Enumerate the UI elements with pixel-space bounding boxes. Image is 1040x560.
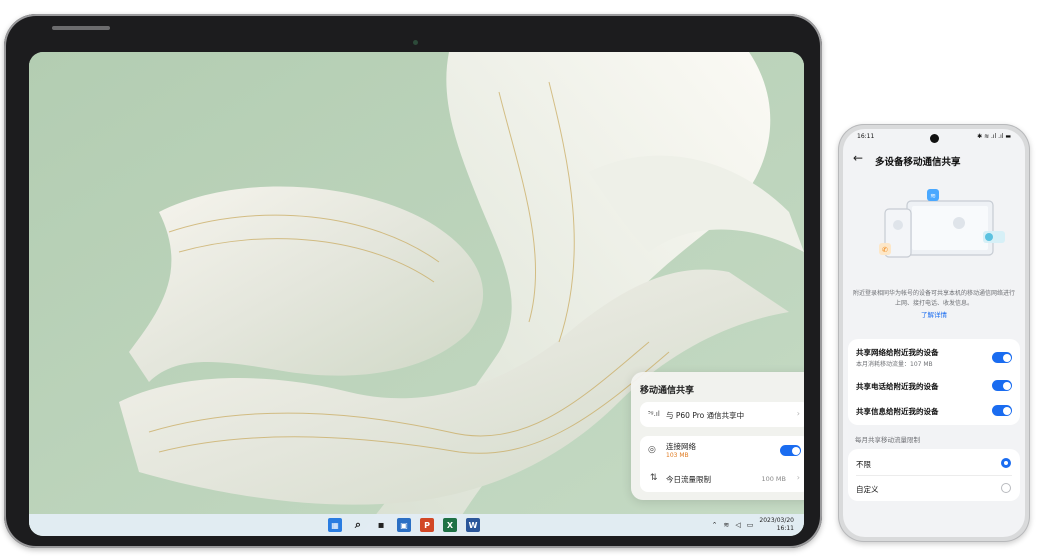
svg-text:✆: ✆ — [882, 246, 888, 254]
learn-more-link[interactable]: 了解详情 — [843, 309, 1025, 319]
mobile-sharing-panel: 移动通信共享 ⁵ᵍ.ıl 与 P60 Pro 通信共享中 › ◎ 连接网络 10… — [631, 372, 804, 500]
sharing-toggles-group: 共享网络给附近我的设备 本月消耗移动流量：107 MB 共享电话给附近我的设备 … — [848, 339, 1020, 425]
tablet-screen: 移动通信共享 ⁵ᵍ.ıl 与 P60 Pro 通信共享中 › ◎ 连接网络 10… — [29, 52, 804, 536]
panel-title: 移动通信共享 — [640, 386, 695, 396]
page-title: 多设备移动通信共享 — [875, 157, 961, 168]
chevron-up-icon[interactable]: ⌃ — [712, 521, 718, 529]
share-network-toggle[interactable] — [992, 352, 1012, 363]
system-tray: ⌃ ≋ ◁ ▭ 2023/03/20 16:11 — [712, 517, 794, 533]
description-text: 附近登录相同华为帐号的设备可共享本机的移动通信网络进行上网、接打电话、收发信息。 — [853, 290, 1016, 307]
task-view-icon[interactable]: ▪ — [374, 518, 388, 532]
connect-network-label: 连接网络 — [666, 442, 696, 451]
phone-device: 16:11 ✱ ≋ .ıl .ıl ▬ ← 多设备移动通信共享 ≋ ✆ 附近登录… — [838, 124, 1030, 542]
windows-start-icon[interactable]: ▦ — [328, 518, 342, 532]
limit-options-group: 不限 自定义 — [848, 449, 1020, 501]
connection-card: ◎ 连接网络 103 MB ⇅ 今日流量限制 100 MB › — [640, 436, 804, 492]
clock[interactable]: 2023/03/20 16:11 — [759, 517, 794, 533]
taskbar: ▦ ⌕ ▪ ▣ P X W ⌃ ≋ ◁ ▭ 2023/03/20 16:11 — [29, 514, 804, 536]
time-text: 16:11 — [776, 525, 794, 532]
stage: 移动通信共享 ⁵ᵍ.ıl 与 P60 Pro 通信共享中 › ◎ 连接网络 10… — [0, 0, 1040, 560]
status-icons: ✱ ≋ .ıl .ıl ▬ — [977, 133, 1011, 140]
connect-network-toggle[interactable] — [780, 445, 801, 456]
limit-option-custom[interactable]: 自定义 — [856, 484, 879, 495]
status-time: 16:11 — [857, 133, 875, 140]
share-network-label: 共享网络给附近我的设备 — [856, 348, 939, 357]
back-arrow-icon[interactable]: ← — [853, 151, 863, 165]
hotspot-icon: ◎ — [648, 445, 656, 455]
share-calls-label: 共享电话给附近我的设备 — [856, 382, 939, 391]
radio-custom[interactable] — [1001, 483, 1011, 493]
devices-illustration: ≋ ✆ — [879, 189, 1005, 258]
signal-icon: ⁵ᵍ.ıl — [648, 410, 660, 418]
excel-icon[interactable]: X — [443, 518, 457, 532]
search-icon[interactable]: ⌕ — [351, 518, 365, 532]
phone-screen: 16:11 ✱ ≋ .ıl .ıl ▬ ← 多设备移动通信共享 ≋ ✆ 附近登录… — [843, 129, 1025, 537]
share-messages-toggle[interactable] — [992, 405, 1012, 416]
data-limit-icon: ⇅ — [650, 473, 658, 483]
divider — [856, 475, 1012, 476]
svg-text:≋: ≋ — [930, 192, 936, 200]
tablet-camera — [413, 40, 418, 45]
daily-limit-value: 100 MB — [761, 475, 786, 483]
wifi-icon[interactable]: ≋ — [724, 521, 730, 529]
share-calls-toggle[interactable] — [992, 380, 1012, 391]
powerpoint-icon[interactable]: P — [420, 518, 434, 532]
share-messages-label: 共享信息给附近我的设备 — [856, 407, 939, 416]
share-network-usage: 本月消耗移动流量：107 MB — [856, 361, 933, 368]
sharing-status-row[interactable]: ⁵ᵍ.ıl 与 P60 Pro 通信共享中 › — [640, 402, 804, 427]
front-camera — [930, 134, 939, 143]
chevron-right-icon: › — [796, 409, 800, 418]
monthly-limit-heading: 每月共享移动流量限制 — [855, 436, 920, 444]
date-text: 2023/03/20 — [759, 517, 794, 524]
daily-limit-label[interactable]: 今日流量限制 — [666, 474, 711, 485]
volume-icon[interactable]: ◁ — [735, 521, 740, 529]
connect-network-usage: 103 MB — [666, 452, 689, 459]
tablet-power-button — [52, 26, 110, 30]
radio-unlimited[interactable] — [1001, 458, 1011, 468]
word-icon[interactable]: W — [466, 518, 480, 532]
sharing-status-label: 与 P60 Pro 通信共享中 — [666, 411, 745, 420]
limit-option-unlimited[interactable]: 不限 — [856, 459, 871, 470]
battery-icon[interactable]: ▭ — [747, 521, 754, 529]
store-icon[interactable]: ▣ — [397, 518, 411, 532]
taskbar-apps: ▦ ⌕ ▪ ▣ P X W — [328, 518, 480, 532]
chevron-right-icon: › — [796, 473, 800, 482]
tablet-device: 移动通信共享 ⁵ᵍ.ıl 与 P60 Pro 通信共享中 › ◎ 连接网络 10… — [4, 14, 822, 548]
